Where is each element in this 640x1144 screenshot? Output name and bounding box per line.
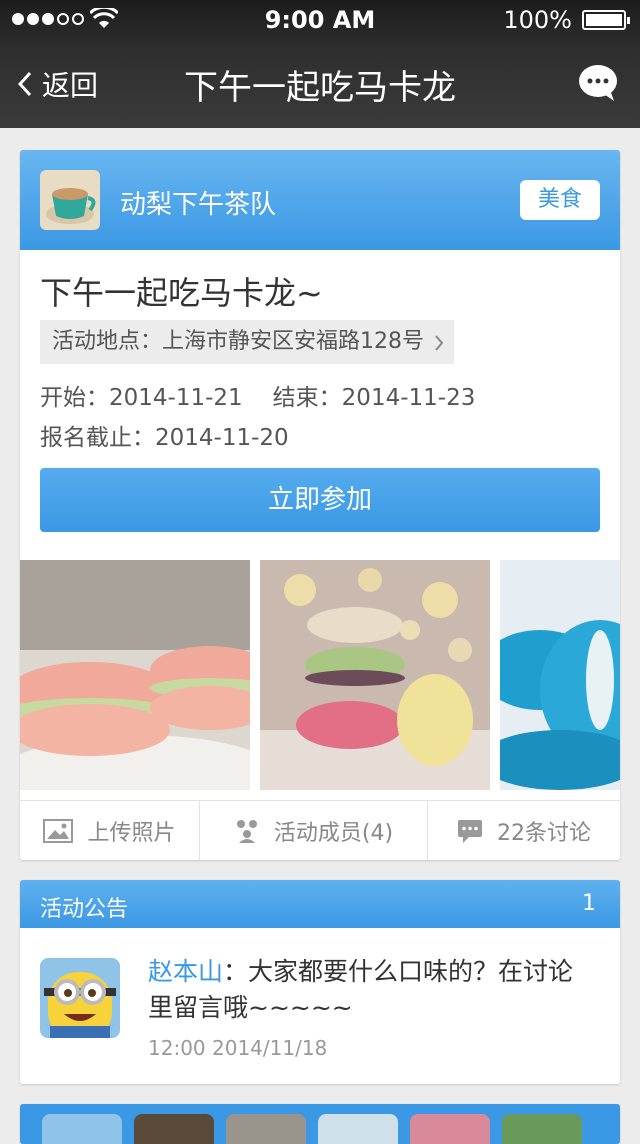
image-icon	[43, 819, 74, 843]
member-avatar[interactable]	[42, 1114, 122, 1144]
upload-photo-tab[interactable]: 上传照片	[20, 801, 200, 860]
member-avatar[interactable]	[318, 1114, 398, 1144]
location-text: 活动地点：上海市静安区安福路128号	[52, 329, 424, 354]
members-label: 活动成员(4)	[273, 821, 394, 846]
announcement-header[interactable]: 活动公告 1	[20, 880, 620, 928]
event-dates: 开始：2014-11-21 结束：2014-11-23	[40, 378, 475, 412]
announcement-separator: ：	[223, 957, 249, 986]
announcement-message: 赵本山：大家都要什么口味的？在讨论里留言哦~~~~~	[148, 954, 598, 1026]
avatar[interactable]	[40, 958, 120, 1038]
chat-icon[interactable]	[578, 64, 618, 102]
team-name: 动梨下午茶队	[120, 190, 277, 220]
registration-deadline: 报名截止：2014-11-20	[40, 425, 289, 451]
battery-percent: 100%	[503, 6, 572, 34]
page-title: 下午一起吃马卡龙	[184, 68, 456, 108]
join-button[interactable]: 立即参加	[40, 468, 600, 532]
event-actions-bar: 上传照片 活动成员(4) 22条讨论	[20, 800, 620, 860]
member-avatar[interactable]	[502, 1114, 582, 1144]
status-bar: 9:00 AM 100%	[0, 0, 640, 40]
member-avatar[interactable]	[226, 1114, 306, 1144]
end-date: 结束：2014-11-23	[272, 385, 476, 411]
members-card	[20, 1104, 620, 1144]
chevron-right-icon	[435, 335, 444, 351]
event-photo[interactable]	[260, 560, 490, 790]
event-photo[interactable]	[20, 560, 250, 790]
discussions-tab[interactable]: 22条讨论	[428, 801, 620, 860]
team-avatar[interactable]	[40, 170, 100, 230]
group-icon	[236, 820, 257, 843]
member-avatar[interactable]	[134, 1114, 214, 1144]
event-title: 下午一起吃马卡龙~	[40, 274, 323, 312]
start-date: 开始：2014-11-21	[40, 385, 243, 411]
announcement-time: 12:00 2014/11/18	[148, 1036, 328, 1060]
top-bar: 9:00 AM 100% 返回 下午一起吃马卡龙	[0, 0, 640, 128]
navigation-bar: 返回 下午一起吃马卡龙	[0, 40, 640, 128]
photo-strip[interactable]	[20, 560, 620, 790]
announcement-author[interactable]: 赵本山	[148, 957, 223, 986]
member-avatar[interactable]	[410, 1114, 490, 1144]
announcement-count: 1	[582, 891, 596, 916]
members-tab[interactable]: 活动成员(4)	[200, 801, 428, 860]
battery-icon	[582, 10, 630, 30]
team-header[interactable]: 动梨下午茶队 美食	[20, 150, 620, 250]
event-location[interactable]: 活动地点：上海市静安区安福路128号	[40, 320, 454, 364]
event-card: 动梨下午茶队 美食 下午一起吃马卡龙~ 活动地点：上海市静安区安福路128号 开…	[20, 150, 620, 860]
announcement-title: 活动公告	[40, 897, 129, 922]
upload-photo-label: 上传照片	[87, 821, 176, 846]
category-tag: 美食	[520, 180, 600, 220]
event-photo[interactable]	[500, 560, 620, 790]
comment-icon	[458, 820, 482, 843]
discussions-label: 22条讨论	[497, 821, 591, 846]
announcement-card: 活动公告 1 赵本山：大家都要什么口味的？在讨论里留言哦~~~~~ 12:00 …	[20, 880, 620, 1084]
